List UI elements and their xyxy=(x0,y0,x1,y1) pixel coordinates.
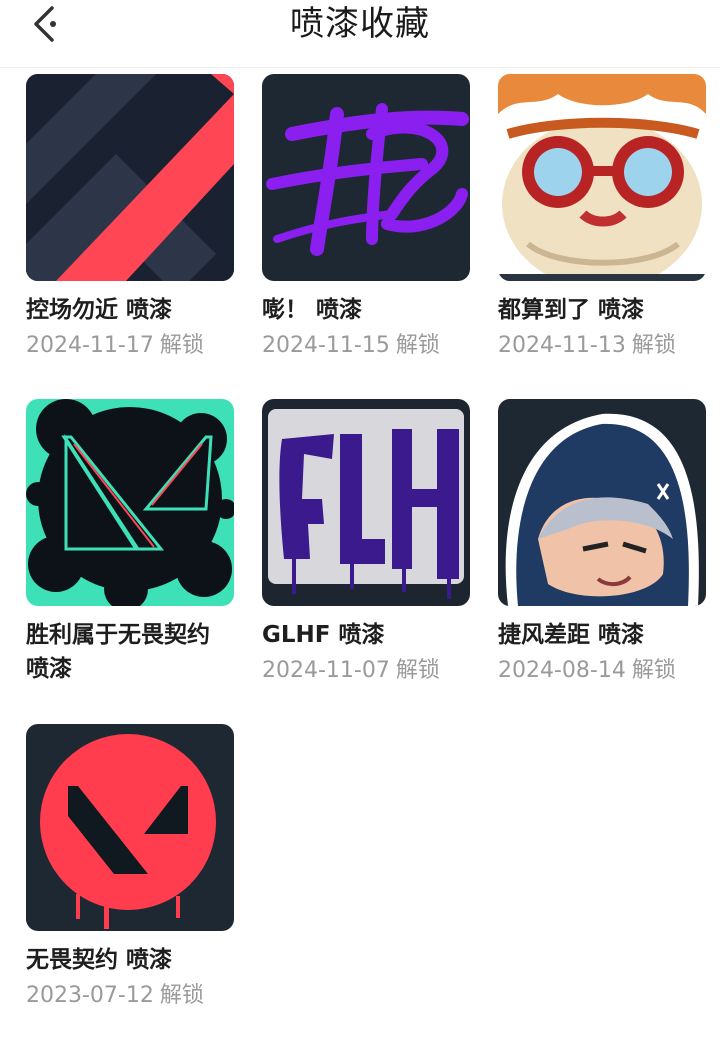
spray-name: GLHF 喷漆 xyxy=(262,622,385,648)
spray-card[interactable]: 都算到了 喷漆 2024-11-13 解锁 xyxy=(498,74,706,361)
spray-date: 2024-11-07 解锁 xyxy=(262,656,470,686)
date-value: 2024-08-14 xyxy=(498,658,626,683)
spray-thumbnail xyxy=(498,74,706,281)
date-value: 2024-11-07 xyxy=(262,658,390,683)
spray-date: 2024-11-17 解锁 xyxy=(26,331,234,361)
valorant-logo-splatter-spray-icon xyxy=(26,399,234,606)
goggles-character-spray-icon xyxy=(498,74,706,281)
spray-date: 2024-11-13 解锁 xyxy=(498,331,706,361)
red-v-circle-spray-icon xyxy=(26,724,234,931)
spray-thumbnail xyxy=(262,399,470,606)
status-label: 解锁 xyxy=(631,333,676,358)
spray-name: 捷风差距 喷漆 xyxy=(498,622,645,648)
date-value: 2023-07-12 xyxy=(26,983,154,1008)
spray-name: 无畏契约 喷漆 xyxy=(26,947,173,973)
spray-thumbnail xyxy=(26,399,234,606)
status-label: 解锁 xyxy=(159,333,204,358)
status-label: 解锁 xyxy=(395,333,440,358)
date-value: 2024-11-13 xyxy=(498,333,626,358)
top-bar: 喷漆收藏 xyxy=(0,0,720,68)
spray-card[interactable]: 胜利属于无畏契约 喷漆 xyxy=(26,399,234,686)
spray-name: 都算到了 喷漆 xyxy=(498,297,645,323)
status-label: 解锁 xyxy=(159,983,204,1008)
spray-name: 胜利属于无畏契约 喷漆 xyxy=(26,622,210,682)
spray-date: 2023-07-12 解锁 xyxy=(26,981,234,1011)
spray-card[interactable]: 嘭！ 喷漆 2024-11-15 解锁 xyxy=(262,74,470,361)
spray-date: 2024-08-14 解锁 xyxy=(498,656,706,686)
spray-card[interactable]: 无畏契约 喷漆 2023-07-12 解锁 xyxy=(26,724,234,1011)
diagonal-chevron-spray-icon xyxy=(26,74,234,281)
spray-thumbnail xyxy=(26,74,234,281)
spray-card[interactable]: 控场勿近 喷漆 2024-11-17 解锁 xyxy=(26,74,234,361)
spray-thumbnail xyxy=(262,74,470,281)
spray-thumbnail xyxy=(498,399,706,606)
spray-date: 2024-11-15 解锁 xyxy=(262,331,470,361)
spray-name: 控场勿近 喷漆 xyxy=(26,297,173,323)
date-value: 2024-11-17 xyxy=(26,333,154,358)
glhf-graffiti-spray-icon xyxy=(262,399,470,606)
status-label: 解锁 xyxy=(395,658,440,683)
spray-card[interactable]: GLHF 喷漆 2024-11-07 解锁 xyxy=(262,399,470,686)
hooded-agent-spray-icon xyxy=(498,399,706,606)
page-title: 喷漆收藏 xyxy=(290,4,430,44)
spray-name: 嘭！ 喷漆 xyxy=(262,297,363,323)
spray-card[interactable]: 捷风差距 喷漆 2024-08-14 解锁 xyxy=(498,399,706,686)
status-label: 解锁 xyxy=(631,658,676,683)
date-value: 2024-11-15 xyxy=(262,333,390,358)
spray-thumbnail xyxy=(26,724,234,931)
purple-graffiti-spray-icon xyxy=(262,74,470,281)
